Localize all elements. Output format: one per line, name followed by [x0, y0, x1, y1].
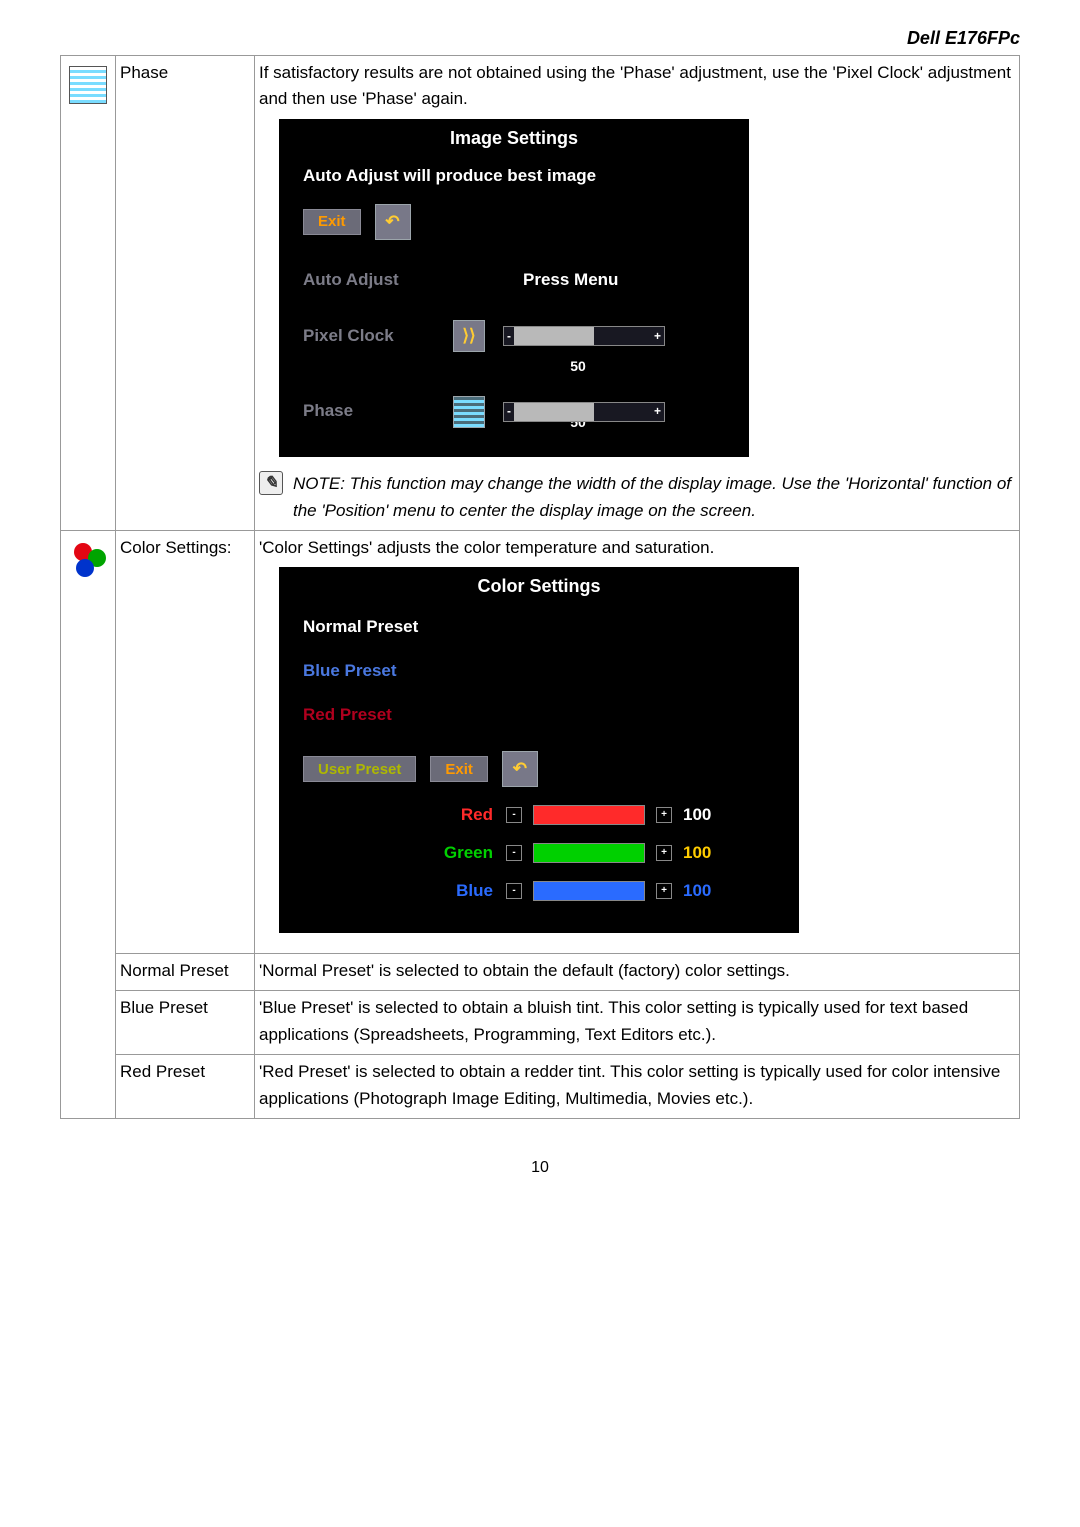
phase-desc: If satisfactory results are not obtained…: [259, 60, 1015, 113]
pixel-clock-slider[interactable]: -+: [503, 326, 665, 346]
green-slider-label: Green: [423, 840, 503, 866]
phase-note-text: NOTE: This function may change the width…: [293, 471, 1015, 524]
row-phase: Phase If satisfactory results are not ob…: [61, 56, 1020, 531]
doc-table: Phase If satisfactory results are not ob…: [60, 55, 1020, 1119]
minus-icon[interactable]: -: [506, 883, 522, 899]
plus-icon[interactable]: +: [656, 845, 672, 861]
phase-note: ✎ NOTE: This function may change the wid…: [259, 471, 1015, 524]
page-number: 10: [60, 1159, 1020, 1177]
pixel-clock-value: 50: [563, 356, 593, 378]
exit-button[interactable]: Exit: [303, 209, 361, 235]
row-red-preset: Red Preset 'Red Preset' is selected to o…: [61, 1055, 1020, 1119]
minus-icon[interactable]: -: [506, 807, 522, 823]
phase-label: Phase: [116, 56, 255, 531]
green-slider[interactable]: [533, 843, 645, 863]
red-slider-label: Red: [423, 802, 503, 828]
osd-image-title: Image Settings: [279, 119, 749, 159]
plus-icon[interactable]: +: [656, 883, 672, 899]
pixel-clock-label[interactable]: Pixel Clock: [303, 323, 453, 349]
return-icon[interactable]: ↶: [375, 204, 411, 240]
red-preset-label: Red Preset: [116, 1055, 255, 1119]
blue-value: 100: [683, 878, 715, 904]
phase-osd-icon: [453, 396, 485, 428]
pixel-clock-icon: ⟩⟩: [453, 320, 485, 352]
blue-slider-label: Blue: [423, 878, 503, 904]
phase-slider[interactable]: -+: [503, 402, 665, 422]
row-color: Color Settings: 'Color Settings' adjusts…: [61, 530, 1020, 953]
color-return-icon[interactable]: ↶: [502, 751, 538, 787]
osd-color-settings: Color Settings Normal Preset Blue Preset…: [279, 567, 799, 933]
red-slider[interactable]: [533, 805, 645, 825]
phase-osd-label[interactable]: Phase: [303, 398, 453, 424]
phase-icon: [69, 66, 107, 104]
color-label: Color Settings:: [116, 530, 255, 953]
osd-image-settings: Image Settings Auto Adjust will produce …: [279, 119, 749, 458]
minus-icon[interactable]: -: [506, 845, 522, 861]
red-value: 100: [683, 802, 715, 828]
normal-preset-item[interactable]: Normal Preset: [303, 614, 418, 640]
osd-color-title: Color Settings: [279, 567, 799, 607]
osd-auto-heading: Auto Adjust will produce best image: [303, 165, 725, 186]
row-normal-preset: Normal Preset 'Normal Preset' is selecte…: [61, 954, 1020, 991]
blue-preset-label: Blue Preset: [116, 991, 255, 1055]
color-desc-cell: 'Color Settings' adjusts the color tempe…: [255, 530, 1020, 953]
auto-adjust-label[interactable]: Auto Adjust: [303, 267, 453, 293]
normal-preset-label: Normal Preset: [116, 954, 255, 991]
row-blue-preset: Blue Preset 'Blue Preset' is selected to…: [61, 991, 1020, 1055]
blue-preset-desc: 'Blue Preset' is selected to obtain a bl…: [255, 991, 1020, 1055]
osd-exit-row: Exit ↶: [303, 204, 725, 240]
color-settings-icon: [70, 541, 106, 577]
red-preset-desc: 'Red Preset' is selected to obtain a red…: [255, 1055, 1020, 1119]
user-preset-item[interactable]: User Preset: [303, 756, 416, 782]
blue-slider[interactable]: [533, 881, 645, 901]
note-icon: ✎: [259, 471, 283, 495]
color-exit-button[interactable]: Exit: [430, 756, 488, 782]
phase-desc-cell: If satisfactory results are not obtained…: [255, 56, 1020, 531]
plus-icon[interactable]: +: [656, 807, 672, 823]
normal-preset-desc: 'Normal Preset' is selected to obtain th…: [255, 954, 1020, 991]
red-preset-item[interactable]: Red Preset: [303, 702, 392, 728]
press-menu-label: Press Menu: [523, 267, 618, 293]
green-value: 100: [683, 840, 715, 866]
blue-preset-item[interactable]: Blue Preset: [303, 658, 397, 684]
product-header: Dell E176FPc: [60, 28, 1020, 49]
color-desc: 'Color Settings' adjusts the color tempe…: [259, 535, 1015, 561]
